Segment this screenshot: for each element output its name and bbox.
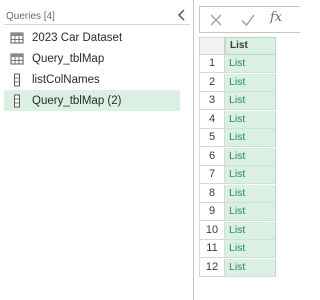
row-number[interactable]: 2	[199, 73, 225, 92]
close-icon	[210, 14, 222, 26]
list-cell[interactable]: List	[225, 166, 276, 184]
table-row: 11 List	[199, 240, 276, 258]
list-icon	[14, 73, 20, 86]
header-divider	[4, 24, 190, 25]
table-row: 4 List	[199, 110, 276, 129]
cancel-button[interactable]	[207, 11, 225, 29]
row-number[interactable]: 7	[199, 166, 225, 184]
grid-corner[interactable]	[199, 37, 225, 55]
table-row: 9 List	[199, 203, 276, 221]
row-number[interactable]: 10	[199, 221, 225, 240]
column-header-list[interactable]: List	[225, 37, 276, 55]
list-cell[interactable]: List	[225, 92, 276, 110]
query-item-2023-car-dataset[interactable]: 2023 Car Dataset	[4, 27, 180, 48]
table-row: 3 List	[199, 92, 276, 110]
row-number[interactable]: 1	[199, 55, 225, 73]
list-cell[interactable]: List	[225, 129, 276, 147]
list-cell[interactable]: List	[225, 73, 276, 92]
row-number[interactable]: 9	[199, 203, 225, 221]
table-row: 7 List	[199, 166, 276, 184]
table-row: 12 List	[199, 258, 276, 277]
list-cell[interactable]: List	[225, 110, 276, 129]
table-row: 10 List	[199, 221, 276, 240]
row-number[interactable]: 8	[199, 184, 225, 203]
list-icon	[14, 94, 20, 107]
row-number[interactable]: 5	[199, 129, 225, 147]
query-item-label: listColNames	[32, 73, 100, 86]
list-cell[interactable]: List	[225, 184, 276, 203]
row-number[interactable]: 11	[199, 240, 225, 258]
table-row: 6 List	[199, 147, 276, 166]
query-item-label: Query_tblMap	[32, 52, 105, 65]
insert-function-button[interactable]: fx	[270, 10, 288, 28]
list-cell[interactable]: List	[225, 221, 276, 240]
chevron-left-icon	[177, 9, 185, 21]
table-row: 8 List	[199, 184, 276, 203]
query-item-query-tblmap-2[interactable]: Query_tblMap (2)	[4, 90, 180, 111]
queries-pane: Queries [4] 2023 Car Dataset Query_tblMa…	[0, 0, 192, 300]
formula-bar: fx	[199, 6, 300, 33]
query-item-query-tblmap[interactable]: Query_tblMap	[4, 48, 180, 69]
pane-divider[interactable]	[193, 0, 194, 300]
row-number[interactable]: 4	[199, 110, 225, 129]
list-cell[interactable]: List	[225, 55, 276, 73]
list-cell[interactable]: List	[225, 240, 276, 258]
list-cell[interactable]: List	[225, 203, 276, 221]
confirm-button[interactable]	[239, 11, 257, 29]
table-row: 1 List	[199, 55, 276, 73]
row-number[interactable]: 3	[199, 92, 225, 110]
check-icon	[241, 14, 255, 27]
query-item-label: 2023 Car Dataset	[32, 31, 123, 44]
row-number[interactable]: 6	[199, 147, 225, 166]
table-icon	[10, 53, 24, 64]
row-number[interactable]: 12	[199, 258, 225, 277]
table-row: 5 List	[199, 129, 276, 147]
list-cell[interactable]: List	[225, 147, 276, 166]
query-item-label: Query_tblMap (2)	[32, 94, 122, 107]
table-icon	[10, 32, 24, 43]
queries-header: Queries [4]	[6, 11, 55, 22]
list-cell[interactable]: List	[225, 258, 276, 277]
query-item-listcolnames[interactable]: listColNames	[4, 69, 180, 90]
table-row: 2 List	[199, 73, 276, 92]
collapse-pane-button[interactable]	[176, 8, 188, 22]
